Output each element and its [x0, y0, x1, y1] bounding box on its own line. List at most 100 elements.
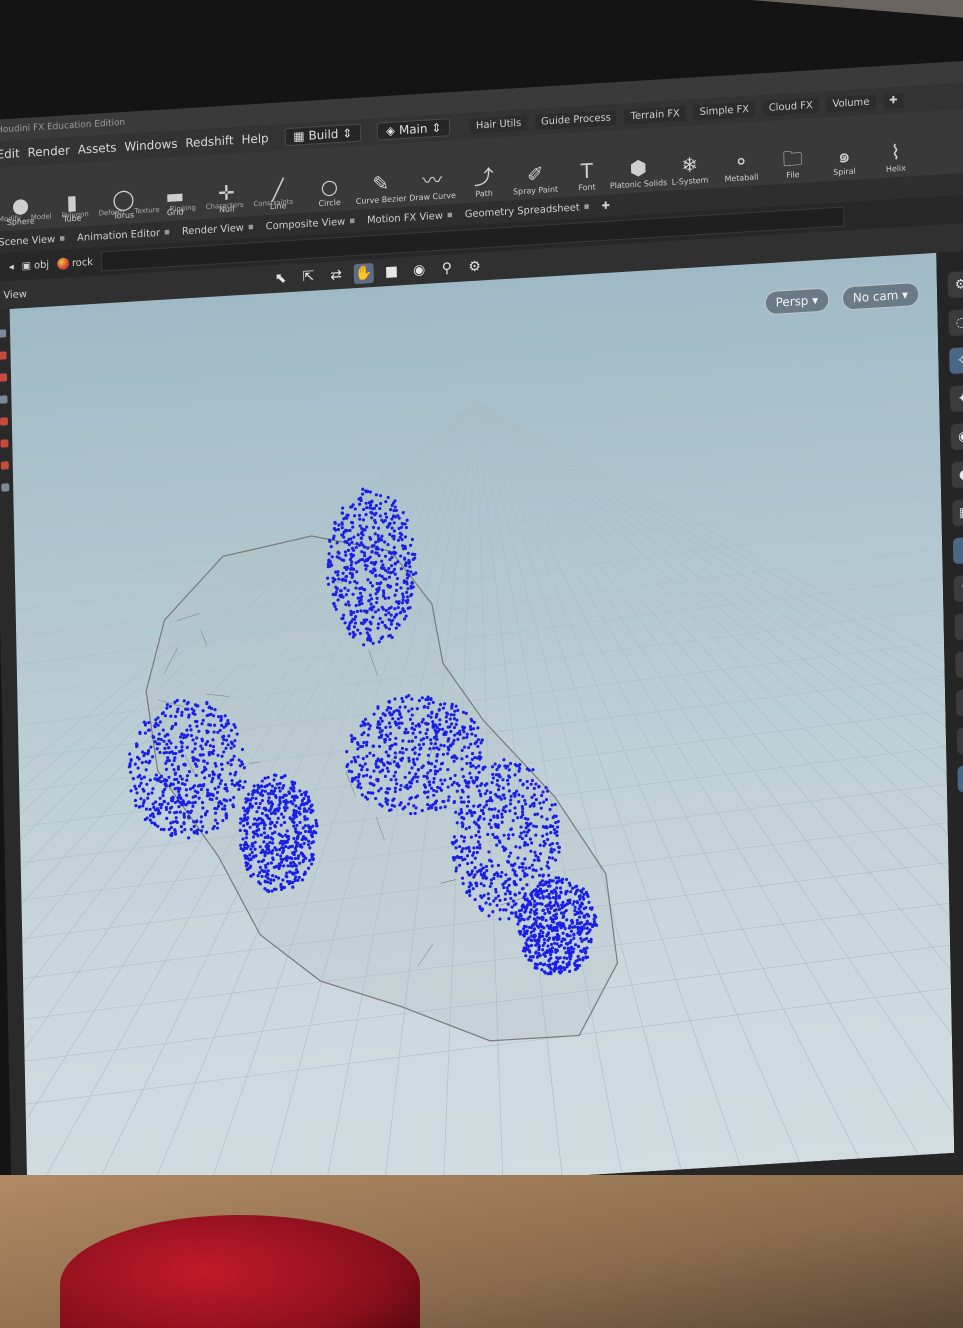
shelf-small-tab[interactable]: Model: [31, 212, 52, 221]
chevron-down-icon: ▾: [898, 287, 909, 303]
tab-label: Scene View: [0, 233, 56, 249]
menu-redshift[interactable]: Redshift: [185, 133, 234, 150]
shelf-tool-circle[interactable]: ○ Circle: [306, 173, 352, 209]
view-tool-icon[interactable]: ✋: [353, 262, 374, 285]
add-tab-button[interactable]: ✚: [601, 200, 610, 212]
select-tool-icon[interactable]: ⬉: [271, 268, 291, 289]
tool-icon[interactable]: [0, 417, 8, 426]
shelf-tool-font[interactable]: T Font: [564, 158, 610, 194]
desktop-value: Build: [308, 126, 339, 143]
numbers-icon[interactable]: ₁₂: [955, 650, 963, 679]
shelf-tool-label: Circle: [318, 197, 341, 209]
shelf-small-tab[interactable]: Deform: [99, 208, 125, 218]
tab-geometry-spreadsheet[interactable]: Geometry Spreadsheet ▪: [465, 201, 590, 220]
point-display-icon[interactable]: •: [952, 536, 963, 565]
shelf-small-tab[interactable]: Modify: [0, 214, 21, 223]
camera-label: No cam: [852, 288, 899, 305]
tool-icon[interactable]: [0, 439, 9, 448]
close-icon[interactable]: ▪: [248, 222, 254, 232]
shelf-small-tab[interactable]: Texture: [134, 206, 160, 216]
lightbulb-icon[interactable]: ✦: [949, 384, 963, 413]
path-segment-rock[interactable]: rock: [56, 256, 93, 271]
shelf-tool-icon: ⬢: [629, 155, 648, 181]
shelf-tool-spray-paint[interactable]: ✐ Spray Paint: [512, 161, 558, 197]
pen-icon[interactable]: ✐: [954, 612, 963, 641]
tab-render-view[interactable]: Render View ▪: [182, 222, 254, 237]
camera-icon[interactable]: ◉: [950, 422, 963, 451]
scene-viewport[interactable]: Persp ▾ No cam ▾: [9, 252, 955, 1210]
close-icon[interactable]: ▪: [584, 202, 590, 212]
close-icon[interactable]: ▪: [349, 216, 355, 226]
lightbulb-icon[interactable]: ✧: [949, 346, 963, 375]
chevron-down-icon: ▾: [808, 293, 819, 308]
handle-tool-icon[interactable]: ■: [381, 261, 401, 282]
transform-tool-icon[interactable]: ⇱: [298, 266, 318, 287]
shelf-tool-label: Curve Bezier: [355, 193, 407, 206]
shelf-tool-icon: ✎: [372, 170, 390, 196]
tool-icon[interactable]: [0, 329, 7, 338]
menu-render[interactable]: Render: [27, 143, 70, 160]
tab-label: Motion FX View: [366, 210, 444, 226]
brush-icon[interactable]: ✎: [953, 574, 963, 603]
camera-menu[interactable]: No cam ▾: [841, 281, 920, 311]
menu-edit[interactable]: Edit: [0, 146, 20, 161]
record-icon[interactable]: ◉: [409, 260, 429, 281]
snap-icon[interactable]: ⚲: [437, 258, 457, 279]
tab-motion-fx-view[interactable]: Motion FX View ▪: [367, 210, 453, 226]
rock-icon: [56, 257, 70, 271]
shelf-tool-metaball[interactable]: ⚬ Metaball: [718, 148, 764, 184]
display-options-icon[interactable]: ⚙: [947, 270, 963, 299]
tool-icon[interactable]: [0, 373, 8, 382]
shelf-tool-label: Metaball: [724, 172, 759, 184]
shelf-tool-helix[interactable]: ⌇ Helix: [873, 139, 919, 175]
shelf-tool-draw-curve[interactable]: 〰 Draw Curve: [409, 167, 456, 203]
shading-icon[interactable]: ◐: [951, 460, 963, 489]
tool-icon[interactable]: [0, 351, 7, 360]
shelf-small-tab[interactable]: Rigging: [170, 204, 196, 214]
shelf-tool-icon: ❄: [681, 152, 699, 178]
menu-windows[interactable]: Windows: [124, 137, 177, 154]
perspective-menu[interactable]: Persp ▾: [764, 287, 830, 316]
shelf-tab-cloud-fx[interactable]: Cloud FX: [762, 97, 819, 116]
tool-icon[interactable]: [0, 395, 8, 404]
path-segment-obj[interactable]: ▣ obj: [22, 259, 50, 272]
path-back-icon[interactable]: ◂: [9, 261, 14, 272]
tool-icon[interactable]: [1, 483, 10, 492]
tool-icon[interactable]: [0, 461, 9, 470]
grid-icon[interactable]: ▤: [957, 764, 963, 793]
close-icon[interactable]: ▪: [164, 227, 170, 237]
menu-help[interactable]: Help: [241, 131, 268, 147]
shelf-tool-label: L-System: [671, 175, 709, 187]
settings-icon[interactable]: ⚙: [465, 256, 485, 277]
menu-assets[interactable]: Assets: [78, 140, 117, 156]
tab-label: Composite View: [265, 216, 346, 232]
light-icon[interactable]: ◌: [948, 308, 963, 337]
paint-icon[interactable]: ▲: [955, 688, 963, 717]
shelf-tab-simple-fx[interactable]: Simple FX: [693, 101, 756, 120]
tab-label: Render View: [181, 222, 244, 238]
tab-animation-editor[interactable]: Animation Editor ▪: [77, 227, 170, 243]
shelf-small-tab[interactable]: Polygon: [61, 210, 88, 220]
tab-scene-view[interactable]: Scene View ▪: [0, 233, 65, 249]
shelf-tool-curve-bezier[interactable]: ✎ Curve Bezier: [355, 170, 407, 206]
shelf-tab-hair-utils[interactable]: Hair Utils: [469, 114, 528, 134]
close-icon[interactable]: ▪: [59, 234, 65, 244]
network-select[interactable]: ◈ Main ⇕: [376, 118, 451, 141]
shelf-tool-icon: ○: [320, 174, 339, 200]
wireframe-icon[interactable]: ▦: [952, 498, 963, 527]
desktop-select[interactable]: ▦ Build ⇕: [284, 123, 362, 147]
shelf-tab-terrain-fx[interactable]: Terrain FX: [624, 105, 686, 125]
shelf-tab-guide-process[interactable]: Guide Process: [534, 109, 617, 130]
shelf-tool-file[interactable]: 🗀 File: [770, 145, 816, 181]
shelf-tool-path[interactable]: ⤴ Path: [461, 164, 507, 200]
shelf-tool-spiral[interactable]: ๑ Spiral: [821, 142, 867, 178]
shelf-tool-platonic-solids[interactable]: ⬢ Platonic Solids: [610, 154, 667, 190]
shelf-tab-volume[interactable]: Volume: [826, 93, 876, 112]
close-icon[interactable]: ▪: [447, 210, 453, 220]
move-tool-icon[interactable]: ⇄: [326, 265, 346, 286]
shelf-tool-l-system[interactable]: ❄ L-System: [667, 151, 713, 187]
tab-composite-view[interactable]: Composite View ▪: [266, 216, 356, 232]
shelf-tool-icon: ๑: [837, 142, 851, 168]
add-shelf-button[interactable]: ✚: [883, 92, 904, 109]
ruler-icon[interactable]: ⌐: [956, 726, 963, 755]
